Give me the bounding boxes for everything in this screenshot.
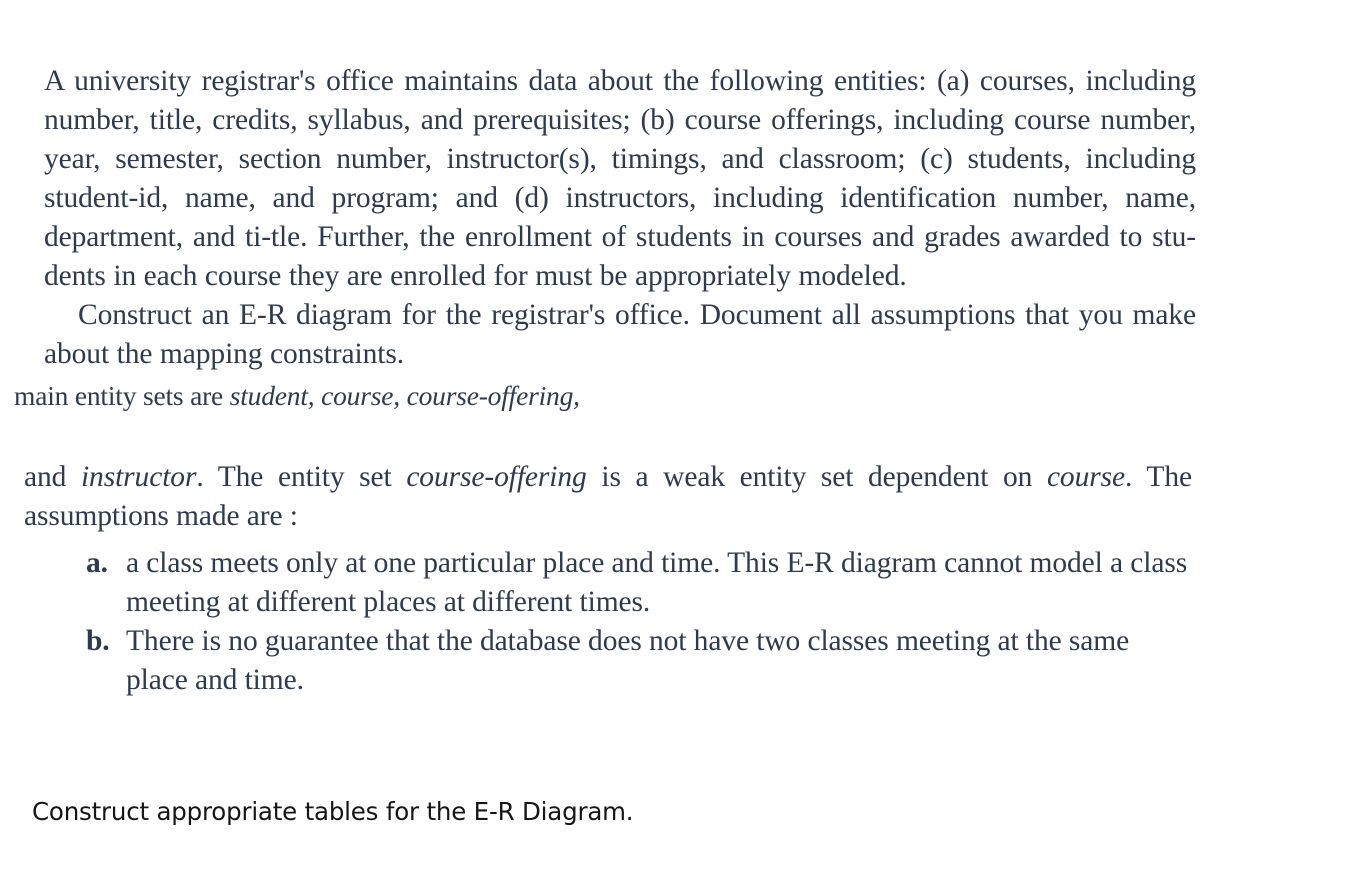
document-page: A university registrar's office maintain… <box>0 0 1366 874</box>
paragraph-3-italic-instructor: instructor <box>80 461 197 493</box>
assumption-item-a: a. a class meets only at one particular … <box>24 544 1192 622</box>
paragraph-3-italic-course-offering: course-offering <box>406 461 587 493</box>
paragraph-3-part-2: . The entity set <box>196 461 407 493</box>
assumption-text-b: There is no guarantee that the database … <box>126 625 1130 696</box>
assumptions-list: a. a class meets only at one particular … <box>24 544 1192 700</box>
paragraph-3-part-3: is a weak entity set dependent on <box>586 461 1047 493</box>
excerpt-paragraph-2: Construct an E-R diagram for the registr… <box>44 299 1196 370</box>
entity-sets-names: student, course, course-offering, <box>229 380 580 411</box>
assumption-marker-a: a. <box>86 547 108 579</box>
excerpt-paragraph-1: A university registrar's office maintain… <box>44 65 1196 292</box>
assumption-text-a: a class meets only at one particular pla… <box>126 547 1188 618</box>
entity-sets-lead: main entity sets are <box>14 380 230 411</box>
assumption-marker-b: b. <box>86 625 110 657</box>
paragraph-3-part-1: and <box>24 461 81 493</box>
textbook-excerpt-block: A university registrar's office maintain… <box>44 62 1196 374</box>
assumptions-block: and instructor. The entity set course-of… <box>24 458 1192 700</box>
question-prompt: Construct appropriate tables for the E-R… <box>32 797 634 826</box>
entity-sets-line: main entity sets are student, course, co… <box>14 379 580 413</box>
excerpt-paragraph-3: and instructor. The entity set course-of… <box>24 458 1192 536</box>
paragraph-3-italic-course: course <box>1046 461 1125 493</box>
assumption-item-b: b. There is no guarantee that the databa… <box>24 622 1192 700</box>
